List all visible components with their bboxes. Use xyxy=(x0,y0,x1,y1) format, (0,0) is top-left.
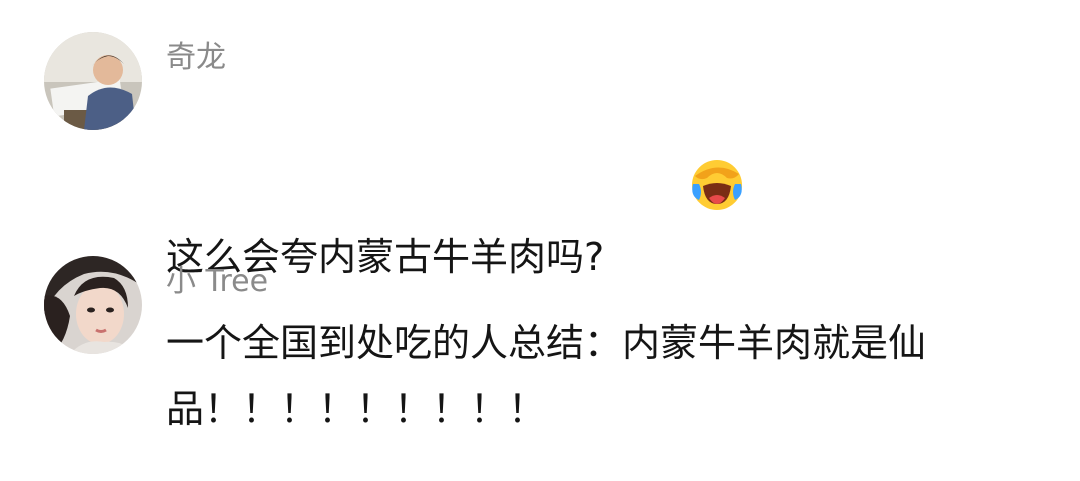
username[interactable]: 奇龙 xyxy=(166,40,226,76)
avatar[interactable] xyxy=(44,256,142,354)
username[interactable]: 小 Tree xyxy=(166,264,268,300)
comment-text: 这么会夸内蒙古牛羊肉吗? xyxy=(166,88,1026,300)
avatar[interactable] xyxy=(44,32,142,130)
avatar-photo xyxy=(44,32,142,130)
avatar-photo xyxy=(44,256,142,354)
laughing-crying-emoji-icon xyxy=(614,88,746,300)
comment-text: 一个全国到处吃的人总结：内蒙牛羊肉就是仙品！！！！！！！！！ xyxy=(166,321,927,431)
